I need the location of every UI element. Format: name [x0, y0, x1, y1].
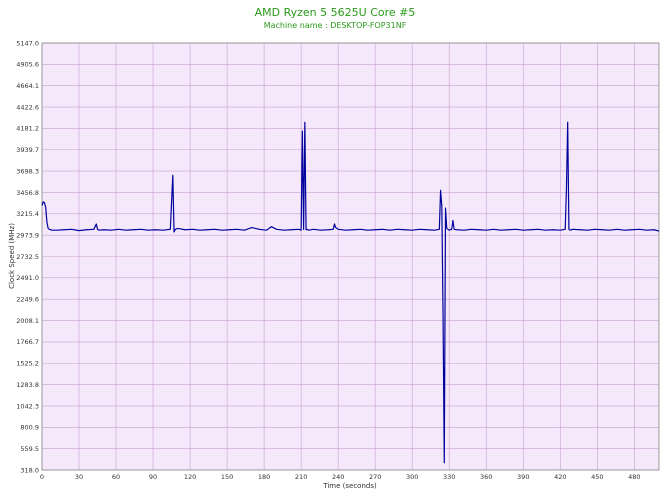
x-tick-label: 90 — [149, 473, 157, 481]
x-tick-label: 0 — [40, 473, 44, 481]
y-tick-label: 2249.6 — [16, 296, 39, 304]
grid-lines — [41, 42, 659, 471]
x-tick-label: 300 — [406, 473, 418, 481]
chart-title: AMD Ryzen 5 5625U Core #5 — [255, 6, 416, 19]
clock-speed-chart: AMD Ryzen 5 5625U Core #5 Machine name :… — [8, 6, 660, 490]
y-tick-label: 2491.0 — [16, 274, 39, 282]
y-tick-label: 1042.3 — [16, 402, 39, 410]
x-tick-label: 120 — [184, 473, 196, 481]
x-tick-label: 150 — [221, 473, 233, 481]
x-tick-label: 30 — [75, 473, 83, 481]
x-tick-label: 330 — [443, 473, 455, 481]
y-tick-label: 318.0 — [20, 466, 39, 474]
y-tick-label: 3456.8 — [16, 189, 39, 197]
y-tick-label: 5147.0 — [16, 39, 39, 47]
y-tick-label: 4181.2 — [16, 125, 39, 133]
y-tick-label: 559.5 — [20, 445, 39, 453]
y-tick-label: 4664.1 — [16, 82, 39, 90]
y-tick-label: 1525.2 — [16, 360, 39, 368]
y-tick-label: 4905.6 — [16, 61, 39, 69]
y-tick-label: 3215.4 — [16, 210, 39, 218]
x-tick-label: 480 — [628, 473, 640, 481]
y-axis-ticks: 318.0 559.5 800.9 1042.3 1283.8 1525.2 1766.7 2… — [16, 39, 39, 474]
x-tick-label: 240 — [332, 473, 344, 481]
chart-subtitle: Machine name : DESKTOP-FOP31NF — [264, 21, 407, 30]
y-tick-label: 1283.8 — [16, 381, 39, 389]
x-tick-label: 180 — [258, 473, 270, 481]
y-tick-label: 2732.5 — [16, 253, 39, 261]
x-tick-label: 60 — [112, 473, 120, 481]
y-tick-label: 4422.6 — [16, 103, 39, 111]
y-tick-label: 3698.3 — [16, 167, 39, 175]
x-axis-label: Time (seconds) — [322, 482, 377, 490]
y-tick-label: 2973.9 — [16, 231, 39, 239]
y-tick-label: 2008.1 — [16, 317, 39, 325]
x-axis-ticks: 0 30 60 90 120 150 180 210 240 270 300 330 360 390 420… — [40, 473, 641, 481]
y-tick-label: 3939.7 — [16, 146, 39, 154]
y-tick-label: 800.9 — [20, 424, 39, 432]
x-tick-label: 360 — [480, 473, 492, 481]
x-tick-label: 210 — [295, 473, 307, 481]
y-axis-label: Clock Speed (MHz) — [8, 223, 16, 289]
x-tick-label: 270 — [369, 473, 381, 481]
x-tick-label: 390 — [517, 473, 529, 481]
x-tick-label: 420 — [554, 473, 566, 481]
x-tick-label: 450 — [591, 473, 603, 481]
y-tick-label: 1766.7 — [16, 338, 39, 346]
